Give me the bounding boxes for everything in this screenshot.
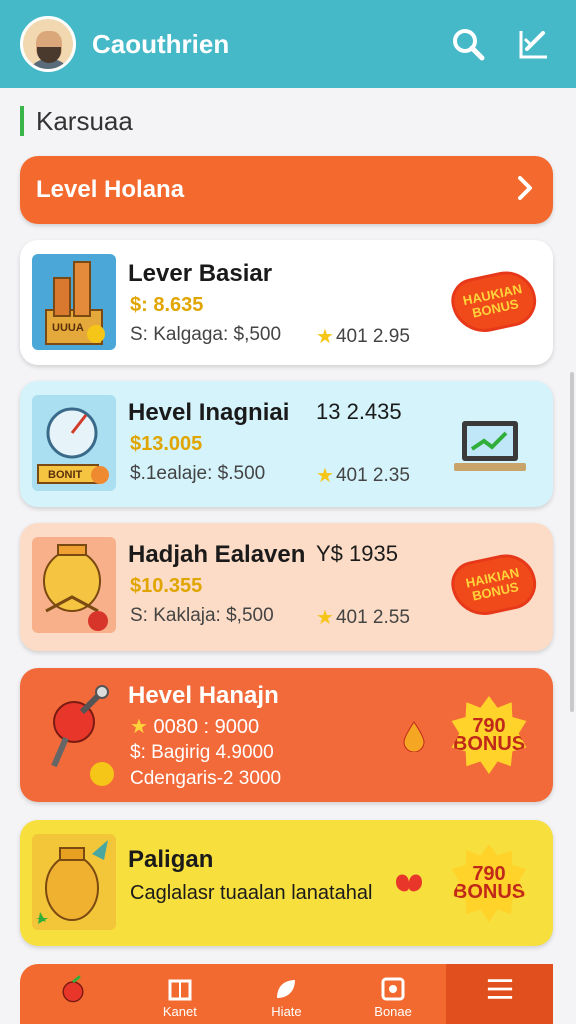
bonus-badge: HAUKIAN BONUS [447, 265, 541, 339]
star-icon: ★ [316, 326, 334, 348]
card-price: $13.005 [130, 433, 203, 455]
square-icon [379, 976, 407, 1002]
rating-value: 401 2.55 [335, 606, 410, 628]
card-price: $: 8.635 [130, 294, 204, 316]
nav-label: Kanet [162, 1004, 197, 1019]
card-subtitle: S: Kaklaja: $,500 [130, 605, 274, 626]
nav-item-home[interactable] [20, 964, 127, 1024]
chevron-right-icon [515, 174, 535, 207]
card-price: ★ 0080 : 9000 [130, 716, 260, 738]
edit-icon[interactable] [512, 22, 556, 66]
card-subtitle-2: Cdengaris-2 3000 [130, 768, 282, 789]
card-subtitle: $: Bagirig 4.9000 [130, 742, 274, 763]
level-thumbnail: UUUA [32, 254, 116, 350]
level-banner[interactable]: Level Holana [20, 156, 553, 224]
level-card[interactable]: BONIT Hevel Inagniai 13 2.435 $13.005 $.… [20, 381, 553, 507]
level-thumbnail [32, 834, 116, 930]
rating-value: 401 2.95 [335, 325, 410, 347]
app-header: Caouthrien [0, 0, 576, 88]
card-title: Paligan [128, 846, 214, 873]
level-card[interactable]: Hevel Hanajn ★ 0080 : 9000 $: Bagirig 4.… [20, 668, 553, 802]
star-icon: ★ [130, 716, 154, 738]
bonus-burst-badge: 790 BONUS [451, 696, 527, 774]
nav-label: Bonae [374, 1004, 412, 1019]
level-card[interactable]: UUUA Lever Basiar $: 8.635 S: Kalgaga: $… [20, 240, 553, 365]
nav-item-kanet[interactable]: Kanet [127, 964, 234, 1024]
card-price: $10.355 [130, 575, 203, 597]
rating-value: 401 2.35 [335, 464, 410, 486]
leaf-icon [272, 976, 300, 1002]
app-title: Caouthrien [92, 28, 230, 59]
level-thumbnail [32, 682, 116, 786]
level-card[interactable]: Hadjah Ealaven Y$ 1935 $10.355 S: Kaklaj… [20, 523, 553, 651]
bonus-burst-badge: 790 BONUS [451, 844, 527, 922]
card-title-extra: 13 2.435 [316, 399, 402, 424]
bottom-nav: Kanet Hiate Bonae [20, 964, 553, 1024]
thumbnail-caption: BONIT [48, 469, 83, 481]
card-title: Hevel Inagniai [128, 399, 290, 426]
search-icon[interactable] [446, 22, 490, 66]
card-rating: ★ 401 2.55 [316, 605, 410, 630]
laptop-icon [454, 419, 526, 482]
gift-icon [392, 868, 426, 903]
card-subtitle: $.1ealaje: $.500 [130, 463, 266, 484]
thumbnail-caption: UUUA [52, 322, 84, 334]
avatar[interactable] [20, 16, 76, 72]
menu-icon [486, 976, 514, 1002]
nav-label: Hiate [271, 1004, 302, 1019]
level-thumbnail [32, 537, 116, 633]
card-title-extra: Y$ 1935 [316, 541, 398, 566]
star-icon: ★ [316, 465, 334, 487]
bonus-badge: HAIKIAN BONUS [447, 548, 541, 622]
scrollbar[interactable] [570, 372, 574, 712]
apple-icon [59, 975, 87, 1003]
card-title: Lever Basiar [128, 260, 273, 287]
card-title: Hevel Hanajn [128, 682, 279, 709]
drop-icon [402, 720, 426, 757]
level-thumbnail: BONIT [32, 395, 116, 491]
nav-item-hiate[interactable]: Hiate [233, 964, 340, 1024]
card-title: Hadjah Ealaven [128, 541, 306, 568]
card-rating: ★ 401 2.95 [316, 324, 410, 349]
nav-item-bonae[interactable]: Bonae [340, 964, 447, 1024]
box-icon [166, 976, 194, 1002]
card-subtitle: Caglalasr tuaalan lanatahal [130, 882, 373, 904]
star-icon: ★ [316, 607, 334, 629]
level-card[interactable]: Paligan Caglalasr tuaalan lanatahal 790 … [20, 820, 553, 946]
card-subtitle: S: Kalgaga: $,500 [130, 324, 282, 345]
card-rating: ★ 401 2.35 [316, 463, 410, 488]
nav-item-menu[interactable] [446, 964, 553, 1024]
level-banner-label: Level Holana [36, 176, 185, 203]
section-label: Karsuaa [20, 106, 133, 136]
